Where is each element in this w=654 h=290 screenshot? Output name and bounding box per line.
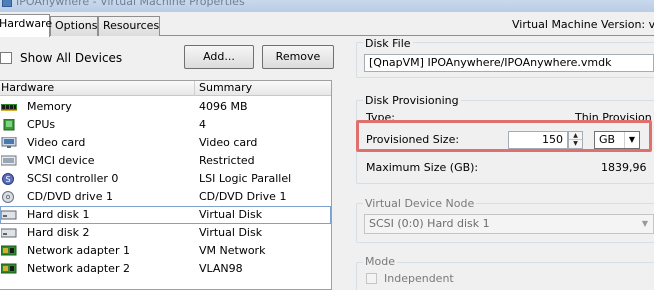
maximum-size-value: 1839,96 <box>601 161 647 174</box>
row-name: Video card <box>27 136 86 149</box>
size-unit-select[interactable]: GB ▼ <box>594 131 640 149</box>
row-summary: Virtual Disk <box>199 208 263 221</box>
table-row-hard-disk-1[interactable]: Hard disk 1 Virtual Disk <box>0 206 331 224</box>
table-row-hard-disk-2[interactable]: Hard disk 2 Virtual Disk <box>0 224 331 242</box>
disk-file-field[interactable]: [QnapVM] IPOAnywhere/IPOAnywhere.vmdk <box>364 54 654 72</box>
spin-up-icon[interactable]: ▲ <box>569 132 582 140</box>
cpu-icon <box>3 119 15 131</box>
table-header: Hardware Summary <box>0 81 331 96</box>
provisioned-size-input[interactable]: 150 <box>508 131 568 149</box>
provisioned-size-label: Provisioned Size: <box>366 133 460 146</box>
table-row-network-adapter-1[interactable]: Network adapter 1 VM Network <box>0 242 331 260</box>
chevron-down-icon[interactable]: ▼ <box>637 215 653 233</box>
svg-text:S: S <box>5 175 10 184</box>
disk-provisioning-group-label: Disk Provisioning <box>363 94 461 107</box>
table-row-video-card[interactable]: Video card Video card <box>0 134 331 152</box>
cd-dvd-icon <box>2 191 14 203</box>
row-summary: Restricted <box>199 154 255 167</box>
show-all-devices-checkbox[interactable] <box>0 52 12 64</box>
add-button[interactable]: Add... <box>184 45 254 69</box>
maximum-size-label: Maximum Size (GB): <box>366 161 479 174</box>
provisioned-size-spinner[interactable]: ▲ ▼ <box>568 131 583 149</box>
device-node-select[interactable]: SCSI (0:0) Hard disk 1 ▼ <box>364 214 654 234</box>
tab-resources[interactable]: Resources <box>98 16 160 36</box>
table-row-scsi-controller[interactable]: S SCSI controller 0 LSI Logic Parallel <box>0 170 331 188</box>
video-card-icon <box>1 137 17 148</box>
row-name: Hard disk 1 <box>27 208 90 221</box>
row-name: Memory <box>27 100 72 113</box>
scsi-icon: S <box>2 173 14 185</box>
tab-options[interactable]: Options <box>50 16 98 36</box>
title-bar: IPOAnywhere - Virtual Machine Properties <box>0 0 654 12</box>
independent-checkbox[interactable] <box>366 273 377 284</box>
window-title: IPOAnywhere - Virtual Machine Properties <box>16 0 245 8</box>
spin-down-icon[interactable]: ▼ <box>569 140 582 148</box>
independent-label: Independent <box>384 272 454 285</box>
memory-icon <box>1 104 17 111</box>
row-name: SCSI controller 0 <box>27 172 119 185</box>
device-node-value: SCSI (0:0) Hard disk 1 <box>369 217 490 230</box>
table-row-memory[interactable]: Memory 4096 MB <box>0 98 331 116</box>
hard-disk-icon <box>1 228 17 238</box>
row-name: Hard disk 2 <box>27 226 90 239</box>
vm-version-label: Virtual Machine Version: vmx- <box>512 18 654 31</box>
column-header-hardware[interactable]: Hardware <box>1 81 54 95</box>
row-summary: Video card <box>199 136 258 149</box>
mode-group-label: Mode <box>363 255 397 268</box>
row-summary: VM Network <box>199 244 266 257</box>
row-name: CD/DVD drive 1 <box>27 190 113 203</box>
row-summary: LSI Logic Parallel <box>199 172 292 185</box>
table-row-network-adapter-2[interactable]: Network adapter 2 VLAN98 <box>0 260 331 278</box>
row-summary: VLAN98 <box>199 262 243 275</box>
hardware-table: Hardware Summary Memory 4096 MB CPUs 4 V… <box>0 80 332 290</box>
table-row-vmci-device[interactable]: VMCI device Restricted <box>0 152 331 170</box>
vmci-icon <box>1 155 17 166</box>
show-all-devices-option[interactable]: Show All Devices <box>0 51 122 65</box>
row-summary: 4096 MB <box>199 100 248 113</box>
hard-disk-icon <box>1 210 17 220</box>
table-row-cd-dvd-drive[interactable]: CD/DVD drive 1 CD/DVD Drive 1 <box>0 188 331 206</box>
remove-button[interactable]: Remove <box>262 45 334 69</box>
row-name: CPUs <box>27 118 56 131</box>
chevron-down-icon[interactable]: ▼ <box>624 132 639 148</box>
column-divider[interactable] <box>194 81 195 96</box>
column-header-summary[interactable]: Summary <box>199 81 252 95</box>
virtual-device-node-group-label: Virtual Device Node <box>363 197 477 210</box>
table-row-cpus[interactable]: CPUs 4 <box>0 116 331 134</box>
row-summary: Virtual Disk <box>199 226 263 239</box>
network-adapter-icon <box>1 245 17 256</box>
show-all-devices-label: Show All Devices <box>20 51 123 65</box>
network-adapter-icon <box>1 263 17 274</box>
row-name: Network adapter 1 <box>27 244 130 257</box>
vm-app-icon <box>2 0 12 7</box>
tab-hardware[interactable]: Hardware <box>0 14 52 37</box>
size-unit-value: GB <box>599 133 616 146</box>
row-summary: CD/DVD Drive 1 <box>199 190 287 203</box>
disk-file-group-label: Disk File <box>363 37 413 50</box>
row-summary: 4 <box>199 118 206 131</box>
row-name: VMCI device <box>27 154 95 167</box>
row-name: Network adapter 2 <box>27 262 130 275</box>
